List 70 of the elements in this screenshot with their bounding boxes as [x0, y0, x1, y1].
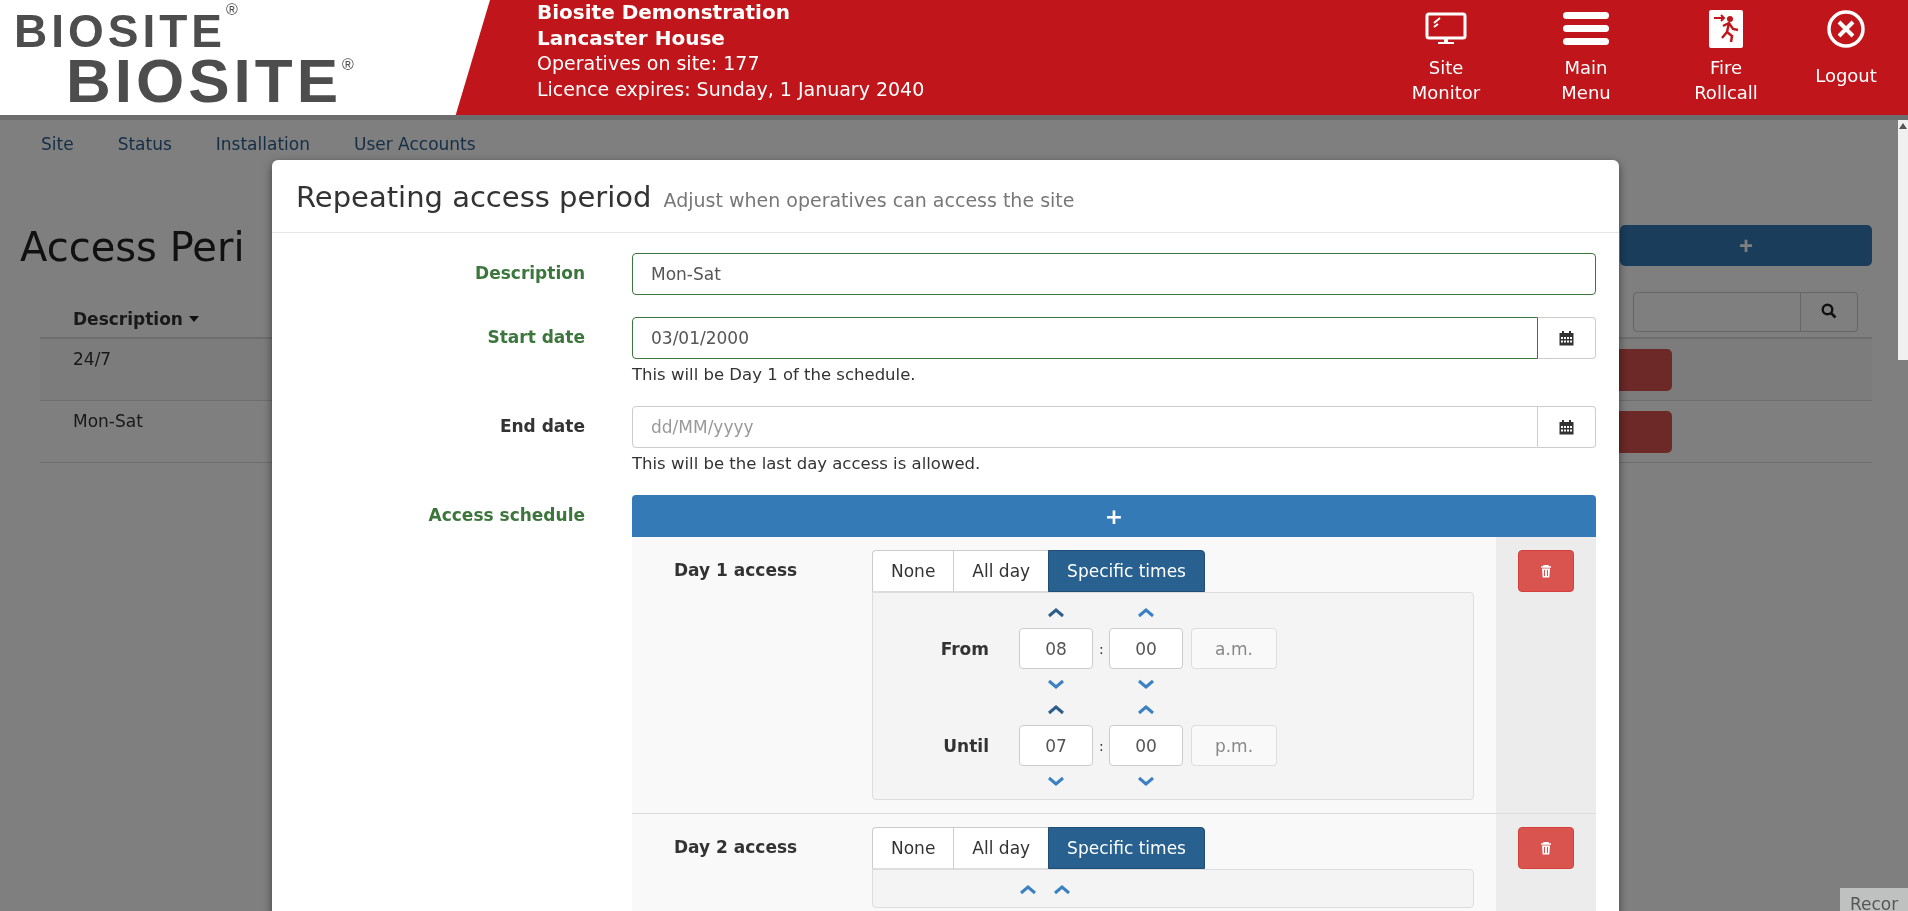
- trash-icon: [1540, 564, 1552, 578]
- input-field[interactable]: dd/MM/yyyy: [632, 406, 1538, 448]
- scrollbar[interactable]: [1898, 120, 1908, 360]
- site-name: Lancaster House: [537, 25, 726, 51]
- search-button[interactable]: [1801, 292, 1858, 332]
- site-info: Operatives on site: 177: [537, 51, 761, 76]
- help-text: This will be Day 1 of the schedule.: [632, 365, 917, 384]
- time-label: Until: [942, 735, 990, 756]
- tooltip: Recor: [1840, 888, 1908, 911]
- table-cell-text: 24/7: [73, 349, 112, 371]
- help-text: This will be the last day access is allowed.: [632, 454, 982, 473]
- chevron-up-icon[interactable]: [1137, 704, 1155, 715]
- day-label: Day 1 access: [673, 559, 799, 582]
- close-icon: [1826, 9, 1866, 49]
- chevron-down-icon[interactable]: [1047, 679, 1065, 690]
- header-action-button[interactable]: Fire Rollcall: [1656, 0, 1796, 105]
- nav-link[interactable]: Status: [95, 134, 194, 154]
- logout-button[interactable]: Logout: [1796, 0, 1896, 88]
- header-action-button[interactable]: Main Menu: [1516, 0, 1656, 105]
- chevron-down-icon[interactable]: [1047, 776, 1065, 787]
- dialog-subtitle: Adjust when operatives can access the site: [663, 189, 1075, 211]
- input-field[interactable]: 03/01/2000: [632, 317, 1538, 359]
- hour-field[interactable]: 08: [1019, 628, 1093, 669]
- dialog-title: Repeating access period: [296, 180, 652, 214]
- day-label: Day 2 access: [673, 836, 799, 859]
- chevron-up-icon[interactable]: [1053, 884, 1071, 895]
- nav-link[interactable]: Site: [41, 134, 96, 154]
- mode-option[interactable]: All day: [953, 550, 1050, 592]
- table-cell-text: Mon-Sat: [73, 411, 143, 433]
- calendar-button[interactable]: [1538, 317, 1596, 359]
- scroll-up-icon[interactable]: [1899, 123, 1907, 129]
- search-icon: [1821, 302, 1837, 319]
- chevron-down-icon[interactable]: [1137, 776, 1155, 787]
- page-title: Access Peri: [20, 224, 245, 270]
- nav-link[interactable]: Installation: [193, 134, 332, 154]
- field-label: Start date: [486, 326, 585, 349]
- nav-link[interactable]: User Accounts: [331, 134, 498, 154]
- time-label: From: [939, 638, 990, 659]
- chevron-up-icon[interactable]: [1047, 607, 1065, 618]
- calendar-icon: [1559, 330, 1574, 346]
- period-button[interactable]: a.m.: [1191, 628, 1277, 669]
- mode-option[interactable]: None: [872, 827, 955, 869]
- calendar-icon: [1559, 419, 1574, 435]
- field-label: Description: [474, 262, 585, 285]
- search-field[interactable]: [1633, 292, 1801, 332]
- calendar-button[interactable]: [1538, 406, 1596, 448]
- field-label: End date: [498, 415, 585, 438]
- add-day-button[interactable]: +: [632, 495, 1596, 537]
- mode-option[interactable]: All day: [953, 827, 1050, 869]
- fire-exit-icon: [1709, 9, 1743, 49]
- hour-field[interactable]: 07: [1019, 725, 1093, 766]
- site-name: Biosite Demonstration: [537, 0, 791, 26]
- chevron-up-icon[interactable]: [1047, 704, 1065, 715]
- mode-option[interactable]: Specific times: [1048, 550, 1205, 592]
- minute-field[interactable]: 00: [1109, 628, 1183, 669]
- trash-icon: [1540, 841, 1552, 855]
- mode-option[interactable]: None: [872, 550, 955, 592]
- chevron-down-icon[interactable]: [1137, 679, 1155, 690]
- time-separator: :: [1099, 737, 1103, 754]
- chevron-up-icon[interactable]: [1137, 607, 1155, 618]
- minute-field[interactable]: 00: [1109, 725, 1183, 766]
- input-field[interactable]: Mon-Sat: [632, 253, 1596, 295]
- period-button[interactable]: p.m.: [1191, 725, 1277, 766]
- mode-option[interactable]: Specific times: [1048, 827, 1205, 869]
- chevron-up-icon[interactable]: [1019, 884, 1037, 895]
- field-label: Access schedule: [427, 504, 585, 527]
- caret-icon: [188, 316, 199, 322]
- header-action-button[interactable]: Site Monitor: [1376, 0, 1516, 105]
- time-separator: :: [1099, 640, 1103, 657]
- site-info: Licence expires: Sunday, 1 January 2040: [537, 76, 925, 102]
